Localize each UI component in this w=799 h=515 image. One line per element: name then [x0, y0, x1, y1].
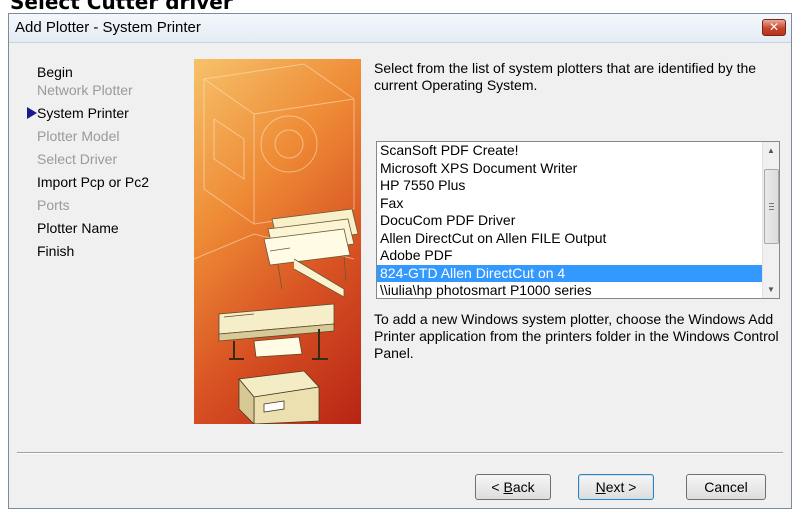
step-finish: Finish — [37, 243, 75, 259]
cancel-button[interactable]: Cancel — [686, 474, 766, 500]
list-item[interactable]: Adobe PDF — [377, 247, 762, 265]
add-plotter-dialog: Add Plotter - System Printer ✕ Begin Net… — [8, 13, 792, 509]
plotter-illustration — [194, 59, 361, 424]
list-scrollbar[interactable]: ▲ ▼ — [762, 142, 779, 298]
grip-line — [769, 209, 774, 210]
system-plotter-list[interactable]: ScanSoft PDF Create! Microsoft XPS Docum… — [376, 141, 780, 299]
step-ports: Ports — [37, 197, 70, 213]
step-select-driver: Select Driver — [37, 151, 118, 167]
step-plotter-name: Plotter Name — [37, 220, 119, 236]
step-begin: Begin — [37, 64, 73, 80]
add-printer-note: To add a new Windows system plotter, cho… — [374, 311, 779, 361]
step-import-pcp: Import Pcp or Pc2 — [37, 174, 150, 190]
next-button[interactable]: Next > — [578, 474, 654, 500]
list-item[interactable]: \\iulia\hp photosmart P1000 series — [377, 282, 762, 298]
grip-line — [769, 203, 774, 204]
back-button[interactable]: < Back — [475, 474, 551, 500]
list-item-selected[interactable]: 824-GTD Allen DirectCut on 4 — [377, 264, 762, 282]
list-item[interactable]: Microsoft XPS Document Writer — [377, 160, 762, 178]
plotter-list-items: ScanSoft PDF Create! Microsoft XPS Docum… — [377, 142, 762, 298]
button-separator — [17, 452, 783, 454]
close-icon: ✕ — [768, 20, 780, 34]
step-system-printer: System Printer — [27, 105, 129, 121]
list-item[interactable]: Allen DirectCut on Allen FILE Output — [377, 230, 762, 248]
list-item[interactable]: Fax — [377, 195, 762, 213]
scroll-down-arrow-icon[interactable]: ▼ — [763, 281, 779, 298]
current-step-arrow-icon — [27, 107, 37, 119]
plotter-illustration-graphic — [194, 63, 359, 424]
close-button[interactable]: ✕ — [762, 19, 786, 36]
grip-line — [769, 206, 774, 207]
scroll-up-arrow-icon[interactable]: ▲ — [763, 142, 779, 159]
window-title: Add Plotter - System Printer — [15, 19, 201, 36]
list-item[interactable]: DocuCom PDF Driver — [377, 212, 762, 230]
list-item[interactable]: ScanSoft PDF Create! — [377, 142, 762, 160]
scroll-thumb[interactable] — [764, 169, 779, 244]
intro-text: Select from the list of system plotters … — [374, 60, 757, 93]
list-item[interactable]: HP 7550 Plus — [377, 177, 762, 195]
title-bar[interactable]: Add Plotter - System Printer ✕ — [9, 14, 791, 43]
step-network-plotter: Network Plotter — [37, 82, 133, 98]
page-heading: Select Cutter driver — [10, 0, 233, 14]
step-plotter-model: Plotter Model — [37, 128, 120, 144]
